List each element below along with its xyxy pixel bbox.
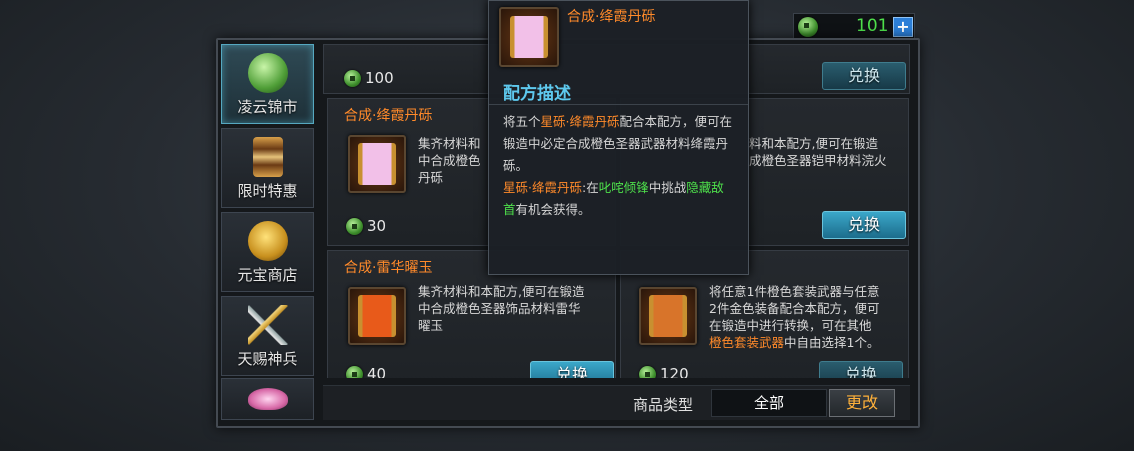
item-description: 将任意1件橙色套装武器与任意 2件金色装备配合本配方，便可 在锻造中进行转换，可… bbox=[709, 284, 880, 350]
add-currency-button[interactable]: + bbox=[893, 17, 913, 37]
change-button[interactable]: 更改 bbox=[829, 389, 895, 417]
sidebar-item-ingot-shop[interactable]: 元宝商店 bbox=[221, 212, 314, 292]
sidebar-item-label: 元宝商店 bbox=[237, 266, 298, 284]
exchange-button[interactable]: 兑换 bbox=[819, 361, 903, 378]
tooltip-description: 将五个星砾·绛霞丹砾配合本配方，便可在锻造中必定合成橙色圣器武器材料绛霞丹砾。 … bbox=[503, 114, 733, 217]
hourglass-icon bbox=[253, 137, 283, 177]
jade-coin-icon bbox=[346, 217, 363, 235]
filter-label: 商品类型 bbox=[633, 396, 694, 414]
item-title: 合成·绛霞丹砾 bbox=[344, 108, 433, 124]
recipe-scroll-icon bbox=[649, 295, 687, 337]
price: 40 bbox=[346, 365, 386, 378]
sidebar-item-lingyun-market[interactable]: 凌云锦市 bbox=[221, 44, 314, 124]
recipe-tooltip: 合成·绛霞丹砾 配方描述 将五个星砾·绛霞丹砾配合本配方，便可在锻造中必定合成橙… bbox=[488, 0, 749, 275]
treasure-pot-icon bbox=[248, 221, 288, 261]
recipe-scroll-icon bbox=[358, 295, 396, 337]
tooltip-item-slot bbox=[499, 7, 559, 67]
jade-coin-icon bbox=[248, 53, 288, 93]
tooltip-section-heading: 配方描述 bbox=[503, 84, 571, 104]
item-description: 集齐材料和本配方,便可在锻造 中合成橙色圣器饰品材料雷华 曜玉 bbox=[418, 284, 585, 333]
category-select[interactable]: 全部 bbox=[711, 389, 827, 417]
recipe-scroll-icon bbox=[358, 143, 396, 185]
price-value: 30 bbox=[367, 217, 387, 235]
sidebar-item-label: 凌云锦市 bbox=[237, 98, 298, 116]
item-description: 料和本配方,便可在锻造 成橙色圣器铠甲材料浣火 bbox=[749, 136, 887, 168]
item-slot[interactable] bbox=[348, 135, 406, 193]
exchange-button[interactable]: 兑换 bbox=[822, 62, 906, 90]
filter-bar: 商品类型 全部 更改 bbox=[323, 385, 910, 420]
sidebar-item-label: 限时特惠 bbox=[237, 182, 298, 200]
sidebar-item-divine-weapon[interactable]: 天赐神兵 bbox=[221, 296, 314, 376]
exchange-button[interactable]: 兑换 bbox=[530, 361, 614, 378]
item-description: 集齐材料和 中合成橙色 丹砾 bbox=[418, 136, 481, 185]
currency-amount: 101 bbox=[856, 16, 889, 36]
exchange-button[interactable]: 兑换 bbox=[822, 211, 906, 239]
price-value: 120 bbox=[660, 365, 689, 378]
lotus-icon bbox=[247, 388, 288, 410]
item-slot[interactable] bbox=[639, 287, 697, 345]
sidebar-item-label: 天赐神兵 bbox=[237, 350, 298, 368]
price-value: 100 bbox=[365, 69, 394, 87]
tooltip-title: 合成·绛霞丹砾 bbox=[567, 9, 656, 25]
jade-coin-icon bbox=[639, 365, 656, 378]
price: 120 bbox=[639, 365, 689, 378]
price: 100 bbox=[344, 69, 394, 87]
jade-coin-icon bbox=[798, 17, 818, 37]
jade-coin-icon bbox=[346, 365, 363, 378]
item-title: 合成·雷华曜玉 bbox=[344, 260, 433, 276]
currency-display: 101 + bbox=[793, 13, 915, 41]
recipe-scroll-icon bbox=[510, 16, 548, 58]
jade-coin-icon bbox=[344, 69, 361, 87]
item-slot[interactable] bbox=[348, 287, 406, 345]
sidebar-item-more[interactable] bbox=[221, 378, 314, 420]
divider bbox=[489, 104, 748, 105]
price-value: 40 bbox=[367, 365, 387, 378]
shop-sidebar: 凌云锦市 限时特惠 元宝商店 天赐神兵 bbox=[221, 44, 314, 420]
sidebar-item-limited-offer[interactable]: 限时特惠 bbox=[221, 128, 314, 208]
crossed-swords-icon bbox=[248, 305, 288, 345]
price: 30 bbox=[346, 217, 386, 235]
